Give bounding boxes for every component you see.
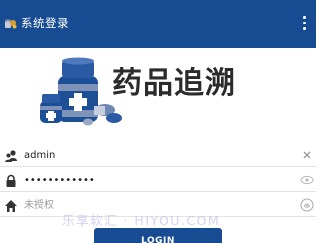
username-input[interactable]: [22, 145, 294, 166]
username-row: [0, 145, 316, 167]
home-icon: [5, 200, 17, 212]
lock-icon: [6, 174, 16, 187]
brand-title: 药品追溯: [112, 66, 236, 101]
more-vert-icon[interactable]: [298, 14, 312, 32]
app-title: 系统登录: [21, 16, 69, 30]
pill-bottle-logo-icon: [5, 19, 17, 29]
app-bar: 系统登录: [0, 0, 316, 48]
password-row: [0, 170, 316, 192]
clear-x-icon[interactable]: [300, 148, 314, 162]
eye-icon[interactable]: [300, 173, 314, 187]
login-button[interactable]: LOGIN: [94, 228, 222, 243]
password-input[interactable]: [22, 170, 294, 191]
watermark: 乐享软汇 · HIYOU.COM: [62, 213, 221, 228]
users-icon: [5, 150, 17, 162]
fingerprint-icon[interactable]: [300, 198, 314, 212]
login-screen: 系统登录 药品追溯 admin •••••••••••• 未授权 乐享软汇 · …: [0, 0, 316, 243]
